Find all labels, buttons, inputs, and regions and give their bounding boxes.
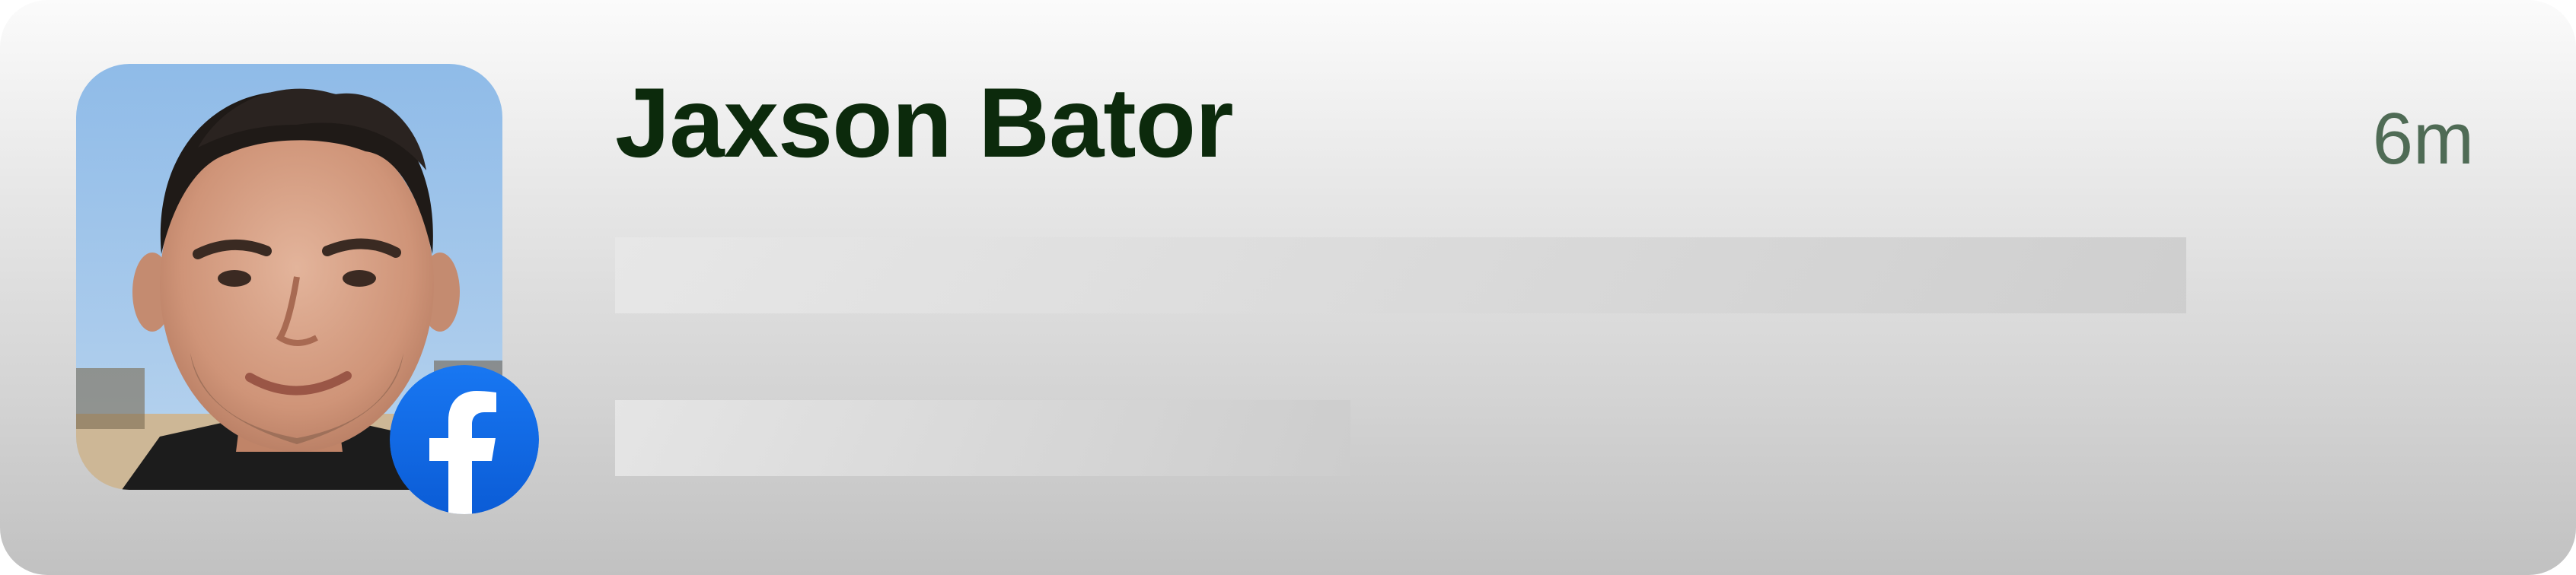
notification-card[interactable]: Jaxson Bator 6m <box>0 0 2576 575</box>
message-placeholder-line-1 <box>615 237 2186 313</box>
facebook-badge <box>390 365 539 514</box>
facebook-icon <box>390 365 539 514</box>
timestamp: 6m <box>2372 98 2474 179</box>
message-placeholder-line-2 <box>615 400 1350 476</box>
sender-name: Jaxson Bator <box>615 67 1234 178</box>
